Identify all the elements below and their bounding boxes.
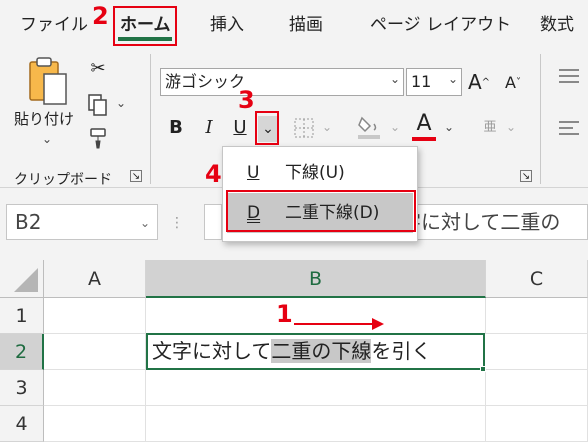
column-header-a[interactable]: A: [44, 260, 146, 298]
annotation-arrow-icon: [294, 318, 384, 330]
cell-a3[interactable]: [44, 370, 146, 406]
cell-c1[interactable]: [486, 298, 588, 334]
underline-button[interactable]: U: [230, 114, 250, 140]
name-box[interactable]: B2: [6, 204, 158, 240]
name-box-chevron-icon[interactable]: ⌄: [140, 216, 150, 230]
cell-a1[interactable]: [44, 298, 146, 334]
ribbon-tabs: ファイル ホーム 挿入 描画 ページ レイアウト 数式: [0, 0, 588, 46]
formula-function-box[interactable]: [204, 204, 222, 240]
phonetic-chevron-icon[interactable]: ⌄: [506, 120, 516, 134]
cell-b2-text-before: 文字に対して: [152, 339, 272, 363]
menu-item-underline[interactable]: U 下線(U): [227, 153, 413, 193]
formula-bar-grip-icon: ⋮: [170, 215, 184, 231]
borders-chevron-icon[interactable]: ⌄: [322, 120, 332, 134]
font-color-icon[interactable]: A: [412, 110, 436, 136]
cell-b2-text-selected: 二重の下線: [271, 339, 372, 363]
group-divider: [540, 54, 541, 184]
select-all-corner[interactable]: [0, 260, 44, 298]
font-name-input[interactable]: 游ゴシック: [160, 68, 404, 96]
annotation-number-4: 4: [205, 160, 222, 188]
align-top-icon[interactable]: [556, 66, 582, 86]
cell-c4[interactable]: [486, 406, 588, 442]
borders-icon[interactable]: [292, 116, 316, 140]
paste-button-label[interactable]: 貼り付け: [14, 108, 74, 129]
underline-icon: U: [247, 163, 260, 183]
annotation-box-underline-dropdown: [255, 111, 279, 145]
font-name-value: 游ゴシック: [165, 72, 246, 91]
annotation-number-2: 2: [92, 2, 109, 30]
column-header-c[interactable]: C: [486, 260, 588, 298]
tab-draw[interactable]: 描画: [289, 10, 323, 35]
paste-icon[interactable]: [24, 56, 70, 110]
font-launcher-icon[interactable]: ↘: [520, 170, 532, 182]
clipboard-launcher-icon[interactable]: ↘: [130, 170, 142, 182]
row-header-2[interactable]: 2: [0, 334, 44, 370]
paste-dropdown-chevron-icon[interactable]: ⌄: [42, 132, 52, 146]
copy-dropdown-chevron-icon[interactable]: ⌄: [116, 96, 126, 110]
column-header-b[interactable]: B: [146, 260, 486, 298]
annotation-box-home-tab: [113, 6, 177, 46]
font-color-bar: [412, 137, 436, 141]
annotation-number-1: 1: [276, 300, 293, 328]
cell-a4[interactable]: [44, 406, 146, 442]
menu-item-underline-label: 下線(U): [285, 163, 345, 183]
font-name-chevron-icon[interactable]: ⌄: [390, 72, 400, 86]
fill-color-chevron-icon[interactable]: ⌄: [390, 120, 400, 134]
cell-c2[interactable]: [486, 334, 588, 370]
fill-color-icon[interactable]: [356, 112, 382, 142]
annotation-number-3: 3: [238, 86, 255, 114]
row-header-3[interactable]: 3: [0, 370, 44, 406]
cell-b4[interactable]: [146, 406, 486, 442]
cell-b2-active[interactable]: 文字に対して二重の下線を引く: [146, 333, 485, 370]
fill-handle[interactable]: [480, 366, 486, 372]
name-box-value: B2: [15, 210, 42, 234]
italic-button[interactable]: I: [200, 114, 218, 140]
phonetic-guide-icon[interactable]: 亜: [478, 110, 502, 140]
font-size-value: 11: [411, 72, 432, 91]
cell-b2-text-after: を引く: [371, 339, 432, 363]
shrink-font-icon[interactable]: A ˅: [500, 68, 526, 96]
group-divider: [150, 54, 151, 184]
annotation-box-double-underline: [226, 190, 416, 232]
tab-page-layout[interactable]: ページ レイアウト: [370, 10, 511, 35]
tab-file[interactable]: ファイル: [20, 10, 88, 35]
font-color-chevron-icon[interactable]: ⌄: [444, 120, 454, 134]
cell-c3[interactable]: [486, 370, 588, 406]
tab-insert[interactable]: 挿入: [210, 10, 244, 35]
bold-button[interactable]: B: [166, 114, 186, 140]
format-painter-icon[interactable]: [86, 126, 110, 150]
align-left-icon[interactable]: [556, 118, 582, 138]
cell-b3[interactable]: [146, 370, 486, 406]
copy-icon[interactable]: [86, 92, 110, 118]
grow-font-icon[interactable]: A ^: [466, 68, 492, 96]
cell-a2[interactable]: [44, 334, 146, 370]
tab-formulas[interactable]: 数式: [540, 10, 574, 35]
font-size-chevron-icon[interactable]: ⌄: [448, 72, 458, 86]
clipboard-group-label: クリップボード: [14, 172, 112, 188]
row-header-1[interactable]: 1: [0, 298, 44, 334]
row-header-4[interactable]: 4: [0, 406, 44, 442]
scissors-icon[interactable]: ✂: [88, 56, 108, 80]
